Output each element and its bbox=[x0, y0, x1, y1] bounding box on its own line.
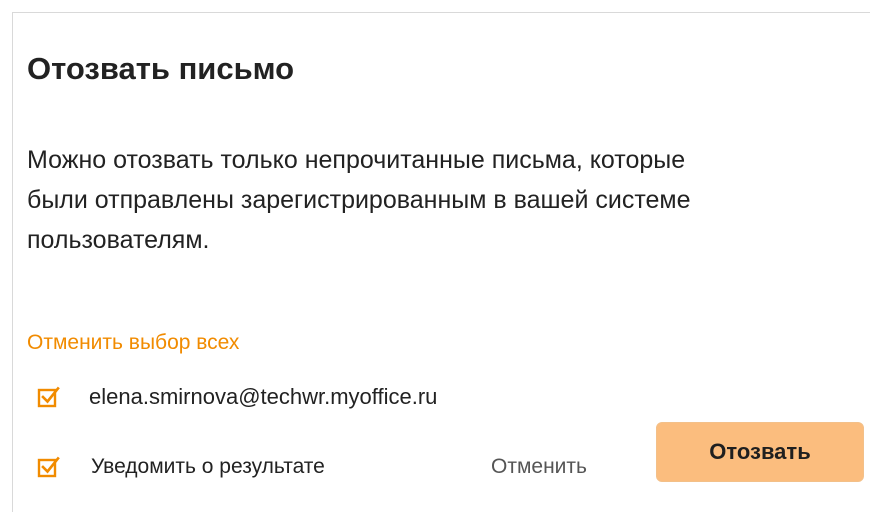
notify-result-row: Уведомить о результате bbox=[37, 453, 325, 481]
recall-email-dialog: Отозвать письмо Можно отозвать только не… bbox=[12, 12, 870, 512]
dialog-description: Можно отозвать только непрочитанные пись… bbox=[27, 140, 870, 260]
checkbox-checked-icon[interactable] bbox=[37, 455, 61, 479]
recipient-email: elena.smirnova@techwr.myoffice.ru bbox=[89, 384, 438, 409]
description-line: пользователям. bbox=[27, 226, 210, 254]
description-line: Можно отозвать только непрочитанные пись… bbox=[27, 146, 686, 174]
cancel-button[interactable]: Отменить bbox=[483, 449, 595, 485]
checkbox-checked-icon[interactable] bbox=[37, 385, 61, 409]
notify-result-label: Уведомить о результате bbox=[91, 455, 325, 478]
recall-button[interactable]: Отозвать bbox=[656, 422, 864, 482]
recipient-row: elena.smirnova@techwr.myoffice.ru bbox=[37, 383, 437, 411]
description-line: были отправлены зарегистрированным в ваш… bbox=[27, 186, 691, 214]
dialog-title: Отозвать письмо bbox=[27, 51, 295, 86]
deselect-all-link[interactable]: Отменить выбор всех bbox=[27, 330, 239, 356]
